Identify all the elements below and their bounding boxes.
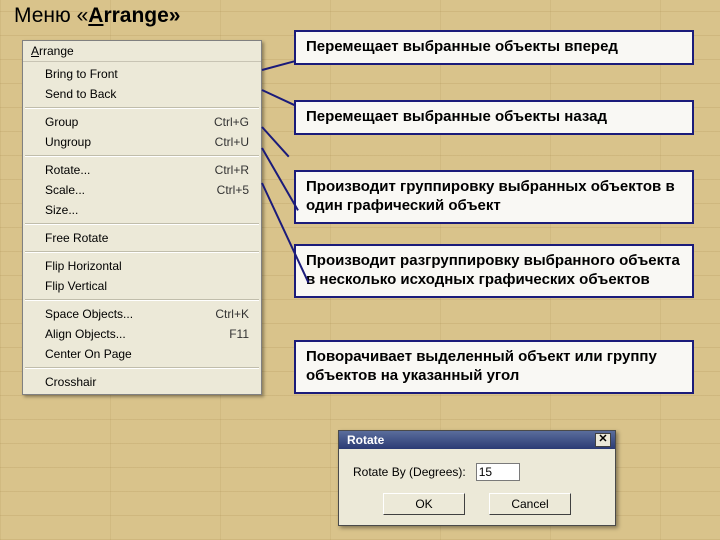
menu-item-label: Free Rotate bbox=[45, 231, 108, 245]
menu-item-label: Ungroup bbox=[45, 135, 91, 149]
menu-list: Bring to Front Send to Back Group Ctrl+G Ung… bbox=[23, 62, 261, 394]
dialog-title: Rotate bbox=[347, 433, 384, 447]
menu-separator bbox=[25, 155, 259, 157]
arrange-menu: Arrange Bring to Front Send to Back Group C… bbox=[22, 40, 262, 395]
menu-item-label: Size... bbox=[45, 203, 78, 217]
menu-item-label: Rotate... bbox=[45, 163, 90, 177]
title-rest: rrange» bbox=[103, 4, 180, 27]
menu-header-rest: rrange bbox=[39, 44, 74, 58]
menu-item-label: Align Objects... bbox=[45, 327, 126, 341]
menu-separator bbox=[25, 367, 259, 369]
dialog-body: Rotate By (Degrees): OK Cancel bbox=[339, 449, 615, 525]
connector-line bbox=[262, 60, 295, 71]
menu-item-label: Flip Vertical bbox=[45, 279, 107, 293]
title-underlined-letter: A bbox=[88, 4, 103, 27]
menu-header: Arrange bbox=[23, 41, 261, 62]
menu-item-shortcut: Ctrl+R bbox=[215, 163, 249, 177]
menu-item-label: Send to Back bbox=[45, 87, 116, 101]
menu-item[interactable]: Rotate... Ctrl+R bbox=[23, 160, 261, 180]
menu-item-label: Center On Page bbox=[45, 347, 132, 361]
dialog-titlebar[interactable]: Rotate ✕ bbox=[339, 431, 615, 449]
close-icon: ✕ bbox=[598, 433, 607, 445]
menu-item[interactable]: Send to Back bbox=[23, 84, 261, 104]
menu-item[interactable]: Space Objects... Ctrl+K bbox=[23, 304, 261, 324]
menu-item[interactable]: Flip Horizontal bbox=[23, 256, 261, 276]
menu-item-shortcut: F11 bbox=[229, 327, 249, 341]
menu-separator bbox=[25, 223, 259, 225]
cancel-button[interactable]: Cancel bbox=[489, 493, 571, 515]
rotate-dialog: Rotate ✕ Rotate By (Degrees): OK Cancel bbox=[338, 430, 616, 526]
menu-header-underlined: A bbox=[31, 44, 39, 58]
menu-item-shortcut: Ctrl+5 bbox=[217, 183, 249, 197]
menu-item[interactable]: Scale... Ctrl+5 bbox=[23, 180, 261, 200]
menu-item-label: Crosshair bbox=[45, 375, 96, 389]
menu-item[interactable]: Group Ctrl+G bbox=[23, 112, 261, 132]
page-title: Меню «Arrange» bbox=[14, 4, 181, 28]
menu-item-label: Bring to Front bbox=[45, 67, 118, 81]
callout-send-to-back: Перемещает выбранные объекты назад bbox=[294, 100, 694, 135]
menu-item[interactable]: Crosshair bbox=[23, 372, 261, 392]
callout-ungroup: Производит разгруппировку выбранного объ… bbox=[294, 244, 694, 298]
menu-item[interactable]: Bring to Front bbox=[23, 64, 261, 84]
menu-item[interactable]: Flip Vertical bbox=[23, 276, 261, 296]
connector-line bbox=[262, 89, 295, 106]
title-prefix: Меню « bbox=[14, 4, 88, 27]
menu-separator bbox=[25, 251, 259, 253]
menu-item[interactable]: Align Objects... F11 bbox=[23, 324, 261, 344]
menu-item[interactable]: Size... bbox=[23, 200, 261, 220]
menu-item-label: Flip Horizontal bbox=[45, 259, 122, 273]
menu-item-label: Space Objects... bbox=[45, 307, 133, 321]
menu-separator bbox=[25, 107, 259, 109]
menu-item[interactable]: Ungroup Ctrl+U bbox=[23, 132, 261, 152]
menu-item-shortcut: Ctrl+K bbox=[215, 307, 249, 321]
menu-item-label: Group bbox=[45, 115, 78, 129]
callout-bring-to-front: Перемещает выбранные объекты вперед bbox=[294, 30, 694, 65]
rotate-degrees-input[interactable] bbox=[476, 463, 520, 481]
menu-item[interactable]: Center On Page bbox=[23, 344, 261, 364]
rotate-label: Rotate By (Degrees): bbox=[353, 465, 466, 479]
close-button[interactable]: ✕ bbox=[595, 433, 611, 447]
menu-item-shortcut: Ctrl+U bbox=[215, 135, 249, 149]
menu-separator bbox=[25, 299, 259, 301]
menu-item-label: Scale... bbox=[45, 183, 85, 197]
menu-item[interactable]: Free Rotate bbox=[23, 228, 261, 248]
callout-group: Производит группировку выбранных объекто… bbox=[294, 170, 694, 224]
callout-rotate: Поворачивает выделенный объект или групп… bbox=[294, 340, 694, 394]
ok-button[interactable]: OK bbox=[383, 493, 465, 515]
menu-item-shortcut: Ctrl+G bbox=[214, 115, 249, 129]
